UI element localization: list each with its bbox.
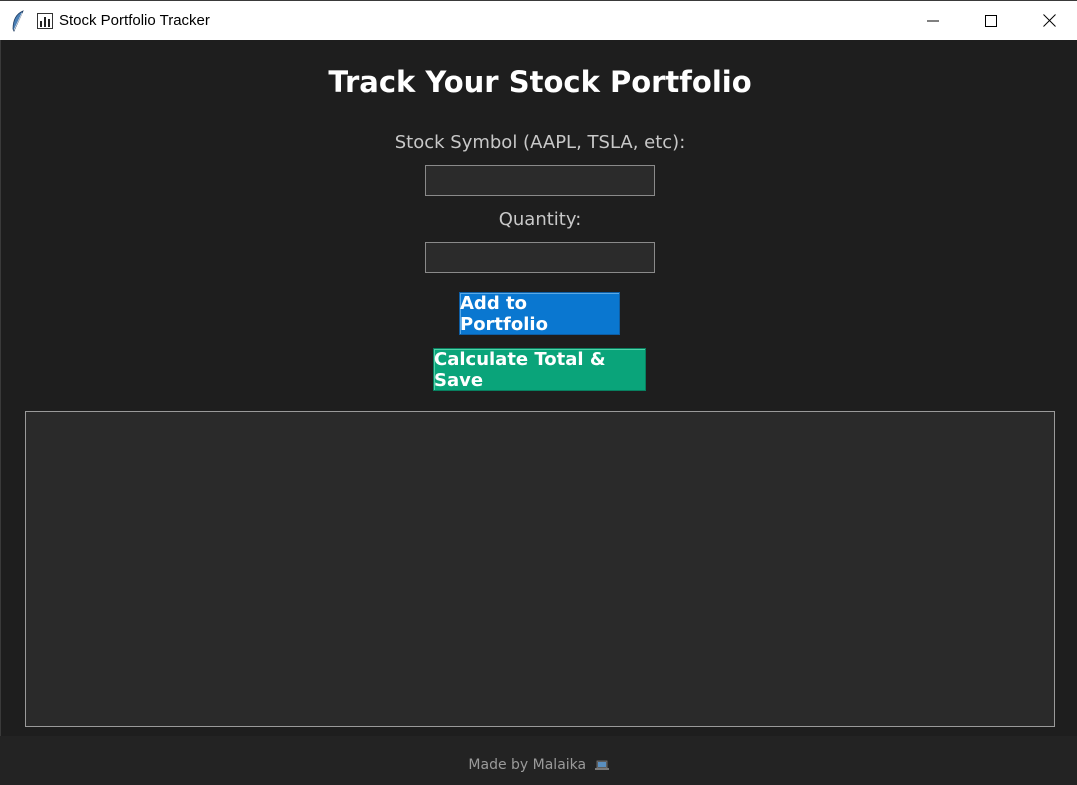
quantity-label: Quantity: <box>498 209 582 230</box>
feather-icon <box>12 10 24 32</box>
bar-chart-icon <box>37 13 53 29</box>
maximize-icon <box>985 14 997 27</box>
add-to-portfolio-button[interactable]: Add to Portfolio <box>459 292 620 335</box>
footer-text: Made by Malaika <box>468 757 587 773</box>
window-title: Stock Portfolio Tracker <box>59 12 210 29</box>
quantity-input[interactable] <box>425 242 655 273</box>
maximize-button[interactable] <box>962 1 1020 40</box>
close-button[interactable] <box>1020 1 1077 40</box>
portfolio-output-area[interactable] <box>25 411 1055 727</box>
page-title: Track Your Stock Portfolio <box>328 65 752 99</box>
app-window: Stock Portfolio Tracker Track Your Stock… <box>0 0 1077 785</box>
laptop-icon <box>594 760 609 770</box>
main-content: Track Your Stock Portfolio Stock Symbol … <box>0 40 1077 785</box>
stock-symbol-input[interactable] <box>425 165 655 196</box>
close-icon <box>1042 14 1056 27</box>
minimize-button[interactable] <box>904 1 962 40</box>
calculate-total-save-button[interactable]: Calculate Total & Save <box>433 348 646 391</box>
footer: Made by Malaika <box>0 757 1077 773</box>
title-bar[interactable]: Stock Portfolio Tracker <box>0 0 1077 40</box>
minimize-icon <box>927 20 939 21</box>
stock-symbol-label: Stock Symbol (AAPL, TSLA, etc): <box>394 132 686 153</box>
